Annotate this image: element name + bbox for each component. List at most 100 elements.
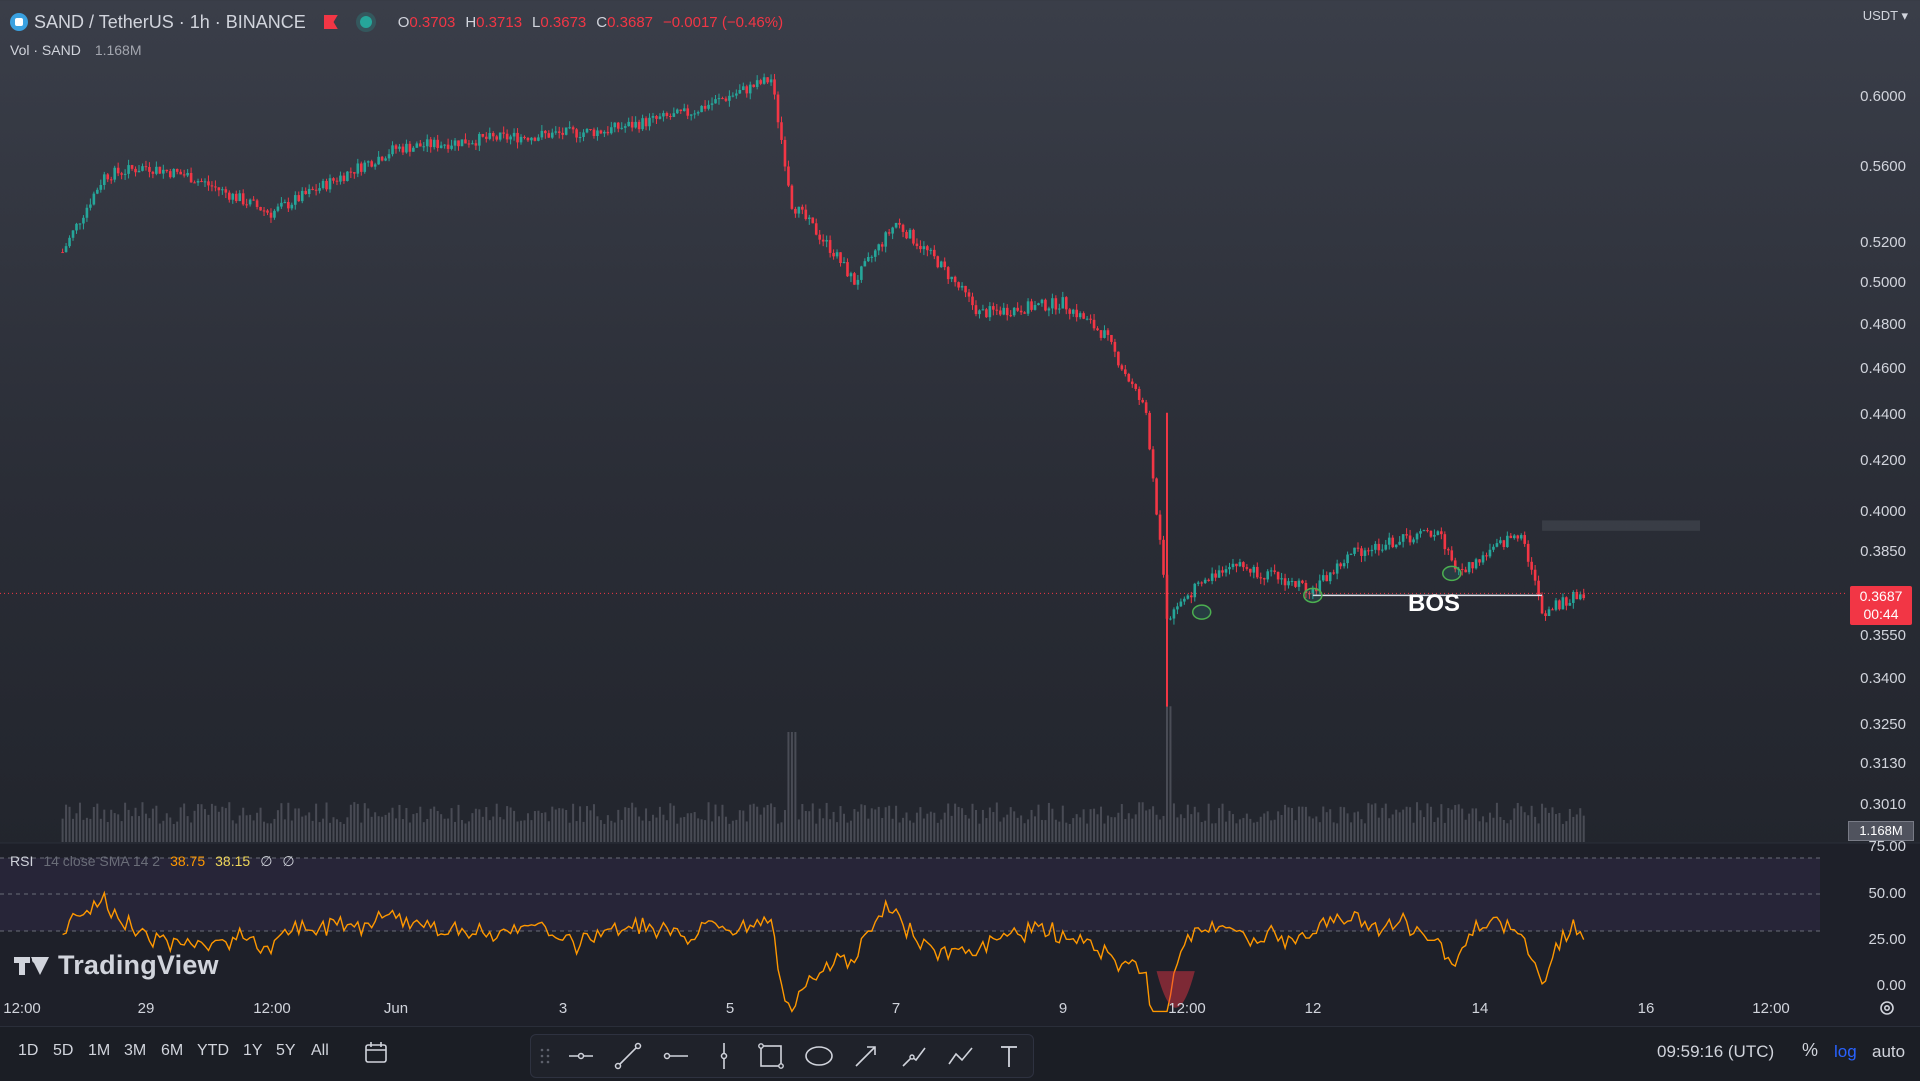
candle-body — [686, 108, 690, 116]
tradingview-logo[interactable]: TradingView — [14, 950, 219, 981]
horizontal-ray-icon[interactable] — [565, 1040, 597, 1072]
candle-body — [544, 130, 547, 134]
candle-body — [946, 267, 950, 280]
timeframe-6m[interactable]: 6M — [161, 1042, 183, 1060]
horizontal-line-icon[interactable] — [660, 1040, 692, 1072]
volume-bar — [888, 805, 891, 842]
volume-bar — [148, 818, 151, 842]
timeframe-1d[interactable]: 1D — [18, 1042, 38, 1060]
candle-body — [328, 178, 332, 190]
volume-bar — [1127, 813, 1130, 842]
rectangle-icon[interactable] — [755, 1040, 787, 1072]
candle-body — [106, 174, 110, 180]
volume-bar — [256, 812, 259, 842]
utc-clock[interactable]: 09:59:16 (UTC) — [1657, 1042, 1774, 1062]
arrow-icon[interactable] — [850, 1040, 882, 1072]
candle-body — [887, 232, 891, 234]
candle-body — [182, 174, 186, 176]
timeframe-5y[interactable]: 5Y — [276, 1042, 296, 1060]
text-icon[interactable] — [993, 1040, 1025, 1072]
volume-bar — [172, 823, 175, 842]
volume-bar — [1495, 802, 1498, 842]
volume-bar — [631, 802, 634, 842]
volume-bar — [1422, 817, 1425, 842]
candle-body — [287, 202, 290, 209]
candle-body — [1506, 535, 1509, 548]
volume-bar — [672, 805, 675, 842]
rsi-legend[interactable]: RSI 14 close SMA 14 2 38.75 38.15 ∅ ∅ — [10, 853, 295, 870]
volume-bar — [874, 809, 877, 842]
drag-handle-icon[interactable] — [530, 1040, 562, 1072]
volume-bar — [419, 806, 422, 842]
log-scale-toggle[interactable]: log — [1834, 1042, 1857, 1062]
timeframe-all[interactable]: All — [311, 1042, 329, 1060]
candle-body — [1519, 535, 1523, 539]
candle-body — [1516, 535, 1520, 539]
candle-body — [1290, 581, 1294, 583]
candle-body — [1117, 351, 1120, 366]
settings-gear-icon[interactable] — [1878, 999, 1896, 1017]
volume-bar — [836, 822, 839, 842]
polyline-icon[interactable] — [945, 1040, 977, 1072]
timeframe-1y[interactable]: 1Y — [243, 1042, 263, 1060]
symbol-header[interactable]: SAND / TetherUS · 1h · BINANCE O0.3703 H… — [10, 10, 793, 34]
price-chart[interactable] — [0, 0, 1920, 1026]
candle-body — [130, 165, 134, 169]
bos-label[interactable]: BOS — [1408, 590, 1460, 618]
volume-bar — [193, 810, 196, 842]
timeframe-5d[interactable]: 5D — [53, 1042, 73, 1060]
volume-bar — [422, 822, 425, 842]
candle-body — [1144, 402, 1148, 413]
volume-bar — [1582, 815, 1585, 842]
volume-bar — [777, 823, 780, 842]
candle-body — [769, 79, 773, 83]
candle-body — [221, 189, 224, 191]
path-icon[interactable] — [898, 1040, 930, 1072]
candle-body — [422, 146, 426, 148]
volume-bar — [738, 810, 741, 842]
volume-bar — [995, 802, 998, 842]
candle-body — [266, 210, 269, 213]
candle-body — [134, 168, 137, 173]
volume-bar — [138, 816, 141, 842]
candle-body — [1169, 618, 1172, 620]
volume-bar — [867, 818, 870, 842]
timeframe-1m[interactable]: 1M — [88, 1042, 110, 1060]
volume-bar — [957, 806, 960, 842]
candle-body — [325, 180, 328, 190]
candle-body — [1106, 330, 1110, 335]
candle-body — [582, 132, 585, 138]
volume-bar — [1068, 823, 1071, 842]
candle-body — [109, 179, 113, 181]
volume-bar — [1117, 812, 1120, 842]
candle-body — [623, 126, 627, 128]
trend-line-icon[interactable] — [612, 1040, 644, 1072]
date-range-icon[interactable] — [363, 1040, 389, 1066]
candle-body — [634, 121, 637, 128]
volume-legend[interactable]: Vol · SAND 1.168M — [10, 42, 142, 58]
timeframe-3m[interactable]: 3M — [124, 1042, 146, 1060]
candle-body — [75, 223, 78, 231]
ellipse-icon[interactable] — [803, 1040, 835, 1072]
volume-bar — [110, 809, 113, 842]
candle-body — [519, 136, 523, 143]
candle-body — [1558, 600, 1561, 610]
candle-body — [1422, 530, 1426, 532]
currency-select[interactable]: USDT ▾ — [1863, 8, 1908, 24]
volume-bar — [912, 822, 915, 842]
auto-scale-toggle[interactable]: auto — [1872, 1042, 1905, 1062]
timeframe-ytd[interactable]: YTD — [197, 1042, 229, 1060]
vertical-line-icon[interactable] — [708, 1040, 740, 1072]
symbol-title[interactable]: SAND / TetherUS · 1h · BINANCE — [34, 12, 306, 33]
volume-bar — [1502, 819, 1505, 842]
volume-bar — [1301, 806, 1304, 842]
volume-bar — [815, 823, 818, 842]
candle-body — [682, 108, 686, 112]
time-tick: 3 — [558, 1000, 568, 1017]
candle-body — [321, 180, 325, 189]
volume-bar — [1162, 815, 1165, 842]
flag-icon[interactable] — [323, 15, 338, 29]
volume-bar — [1155, 814, 1158, 842]
volume-bar — [846, 822, 849, 842]
percent-scale-toggle[interactable]: % — [1802, 1040, 1818, 1061]
